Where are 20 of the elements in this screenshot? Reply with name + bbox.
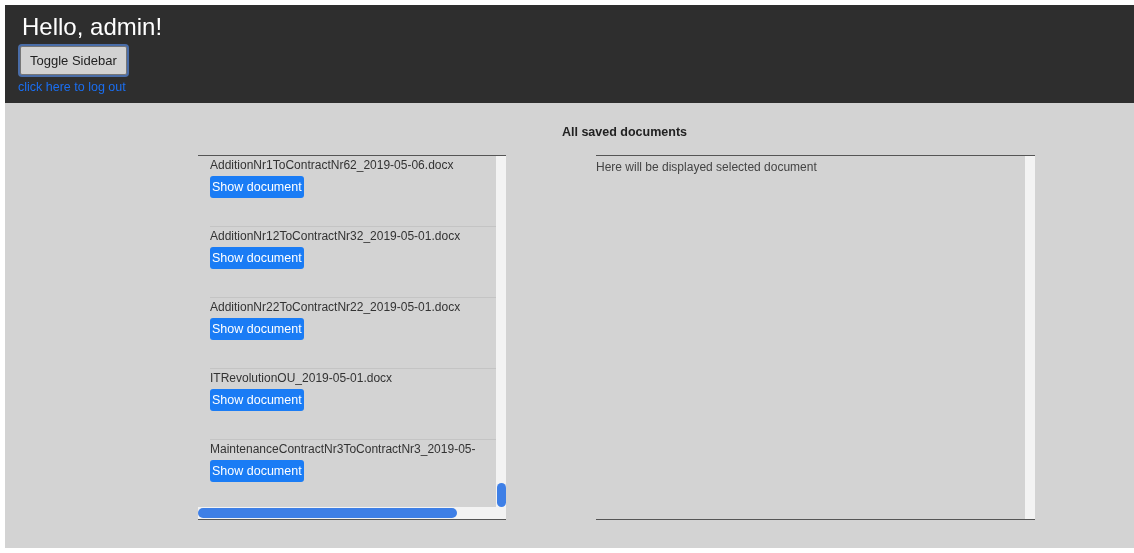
- logout-link[interactable]: click here to log out: [18, 80, 126, 94]
- document-name: AdditionNr22ToContractNr22_2019-05-01.docx: [210, 300, 462, 314]
- viewer-message: Here will be displayed selected document: [596, 160, 817, 174]
- document-name: AdditionNr1ToContractNr62_2019-05-06.docx: [210, 158, 455, 172]
- document-name: ITRevolutionOU_2019-05-01.docx: [210, 371, 394, 385]
- show-document-button[interactable]: Show document: [210, 318, 304, 340]
- section-title: All saved documents: [561, 125, 687, 139]
- scrollbar-thumb[interactable]: [198, 508, 457, 518]
- scrollbar-thumb[interactable]: [497, 483, 506, 507]
- vertical-scrollbar[interactable]: [1025, 156, 1035, 519]
- show-document-button[interactable]: Show document: [210, 389, 304, 411]
- greeting-heading: Hello, admin!: [22, 13, 164, 41]
- document-name: AdditionNr12ToContractNr32_2019-05-01.docx: [210, 229, 462, 243]
- document-name: MaintenanceContractNr3ToContractNr3_2019-05-: [210, 442, 477, 456]
- toggle-sidebar-button[interactable]: Toggle Sidebar: [20, 46, 127, 75]
- show-document-button[interactable]: Show document: [210, 247, 304, 269]
- show-document-button[interactable]: Show document: [210, 176, 304, 198]
- show-document-button[interactable]: Show document: [210, 460, 304, 482]
- vertical-scrollbar[interactable]: [496, 156, 506, 507]
- horizontal-scrollbar[interactable]: [198, 507, 506, 519]
